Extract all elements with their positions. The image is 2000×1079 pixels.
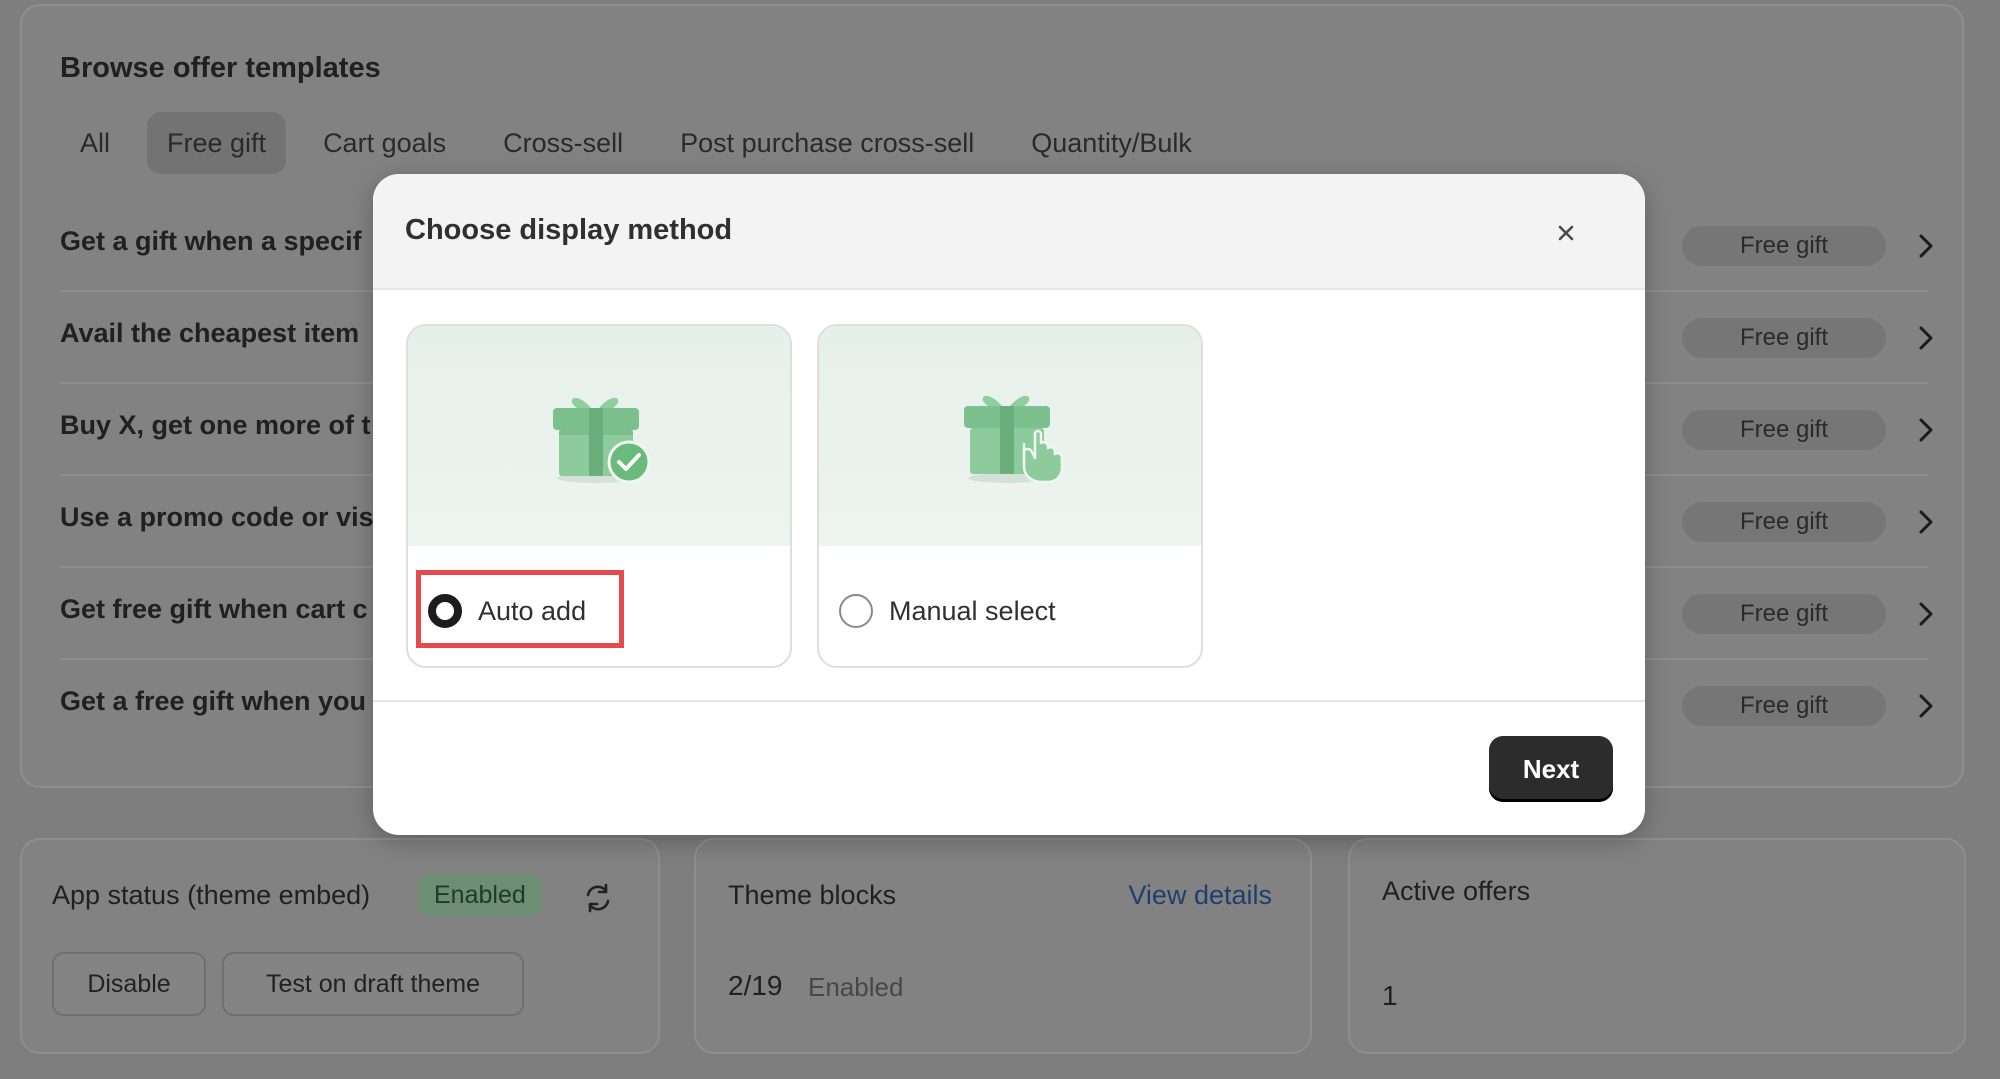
template-row-title: Use a promo code or vis <box>60 502 374 532</box>
option-auto-add-footer: Auto add <box>408 546 790 666</box>
template-row-title: Get a gift when a specif <box>60 226 362 256</box>
template-row-title: Avail the cheapest item <box>60 318 360 348</box>
template-tabs: All Free gift Cart goals Cross-sell Post… <box>60 112 1229 174</box>
theme-blocks-card: Theme blocks View details 2/19 Enabled <box>694 838 1312 1054</box>
template-row-title: Buy X, get one more of t <box>60 410 371 440</box>
template-row-badge: Free gift <box>1682 594 1886 634</box>
option-manual-select[interactable]: Manual select <box>817 324 1203 668</box>
chevron-right-icon[interactable] <box>1914 228 1938 264</box>
modal-title: Choose display method <box>405 214 733 246</box>
status-badge: Enabled <box>418 874 542 916</box>
gift-pointer-icon <box>964 395 1064 484</box>
option-auto-add-image <box>408 326 790 546</box>
theme-blocks-count: 2/19 <box>728 970 783 1001</box>
theme-blocks-count-label: Enabled <box>808 972 904 1002</box>
tab-free-gift[interactable]: Free gift <box>147 112 287 174</box>
tab-post-purchase-cross-sell[interactable]: Post purchase cross-sell <box>660 112 994 174</box>
chevron-right-icon[interactable] <box>1914 412 1938 448</box>
chevron-right-icon[interactable] <box>1914 688 1938 724</box>
template-row-badge: Free gift <box>1682 226 1886 266</box>
view-details-link[interactable]: View details <box>1128 880 1272 911</box>
highlight-box <box>416 570 624 648</box>
app-status-title: App status (theme embed) <box>52 880 371 910</box>
manual-select-radio[interactable] <box>839 594 873 628</box>
tab-cross-sell[interactable]: Cross-sell <box>483 112 643 174</box>
template-row-title: Get free gift when cart c <box>60 594 368 624</box>
app-status-card: App status (theme embed) Enabled Disable… <box>20 838 660 1054</box>
chevron-right-icon[interactable] <box>1914 504 1938 540</box>
tab-all[interactable]: All <box>60 112 130 174</box>
chevron-right-icon[interactable] <box>1914 596 1938 632</box>
disable-button[interactable]: Disable <box>52 952 206 1016</box>
option-manual-select-image <box>819 326 1201 546</box>
modal-header: Choose display method <box>373 174 1645 290</box>
next-button[interactable]: Next <box>1489 736 1613 802</box>
option-auto-add[interactable]: Auto add <box>406 324 792 668</box>
tab-quantity-bulk[interactable]: Quantity/Bulk <box>1011 112 1212 174</box>
active-offers-count: 1 <box>1382 980 1398 1011</box>
theme-blocks-title: Theme blocks <box>728 880 897 910</box>
active-offers-title: Active offers <box>1382 876 1531 906</box>
choose-display-method-modal: Choose display method Auto add Manual se… <box>373 174 1645 835</box>
refresh-icon[interactable] <box>582 882 614 914</box>
templates-title: Browse offer templates <box>60 52 381 84</box>
template-row-title: Get a free gift when you <box>60 686 367 716</box>
template-row-badge: Free gift <box>1682 686 1886 726</box>
active-offers-card: Active offers 1 <box>1348 838 1966 1054</box>
modal-divider <box>373 700 1645 702</box>
close-icon[interactable] <box>1551 218 1581 248</box>
manual-select-label: Manual select <box>889 596 1056 626</box>
gift-check-icon <box>553 397 651 484</box>
template-row-badge: Free gift <box>1682 410 1886 450</box>
tab-cart-goals[interactable]: Cart goals <box>303 112 466 174</box>
option-manual-select-footer: Manual select <box>819 546 1201 666</box>
test-on-draft-theme-button[interactable]: Test on draft theme <box>222 952 524 1016</box>
chevron-right-icon[interactable] <box>1914 320 1938 356</box>
template-row-badge: Free gift <box>1682 502 1886 542</box>
template-row-badge: Free gift <box>1682 318 1886 358</box>
